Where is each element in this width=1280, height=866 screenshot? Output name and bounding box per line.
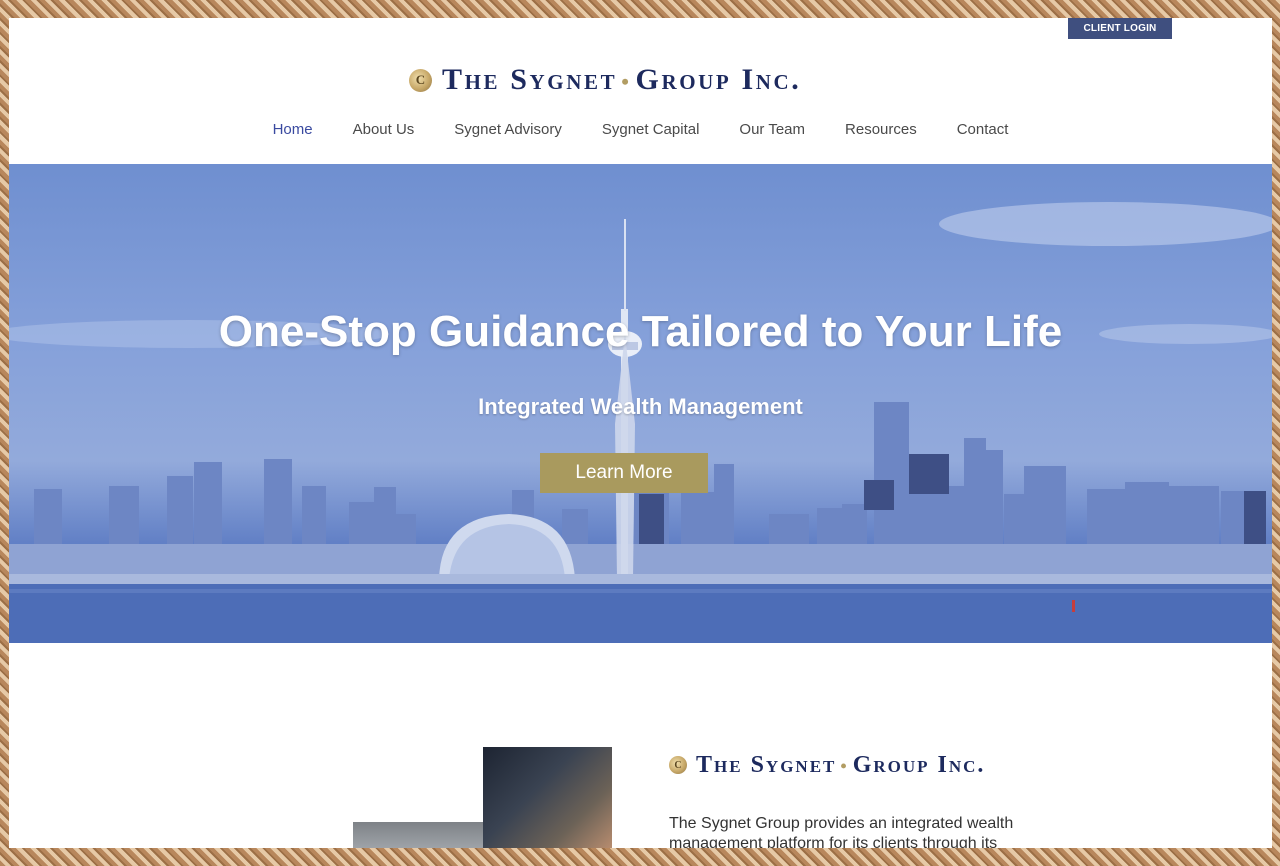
about-logo-text-part-1: The Sygnet xyxy=(696,751,837,778)
logo-seal-icon: C xyxy=(409,68,432,92)
nav-item-sygnet-capital[interactable]: Sygnet Capital xyxy=(582,119,720,141)
nav-item-our-team[interactable]: Our Team xyxy=(719,119,825,141)
nav-item-contact[interactable]: Contact xyxy=(937,119,1029,141)
about-logo: C The Sygnet • Group Inc. xyxy=(669,751,985,779)
learn-more-button[interactable]: Learn More xyxy=(540,453,708,493)
hero-title: One-Stop Guidance Tailored to Your Life xyxy=(218,307,1063,356)
about-logo-dot-icon: • xyxy=(840,755,849,776)
nav-item-home[interactable]: Home xyxy=(253,119,333,141)
hero-banner: One-Stop Guidance Tailored to Your Life … xyxy=(9,164,1272,643)
site-logo[interactable]: C The Sygnet • Group Inc. xyxy=(409,62,801,98)
about-paragraph: The Sygnet Group provides an integrated … xyxy=(669,815,1014,848)
logo-text-part-2: Group Inc. xyxy=(635,63,802,96)
about-logo-text-part-2: Group Inc. xyxy=(852,751,986,778)
nav-item-resources[interactable]: Resources xyxy=(825,119,937,141)
logo-dot-icon: • xyxy=(621,69,632,94)
about-logo-text: The Sygnet • Group Inc. xyxy=(696,752,985,779)
page: CLIENT LOGIN C The Sygnet • Group Inc. Hom… xyxy=(9,18,1272,848)
hero-subtitle: Integrated Wealth Management xyxy=(478,394,803,419)
logo-text: The Sygnet • Group Inc. xyxy=(442,63,801,97)
nav-item-sygnet-advisory[interactable]: Sygnet Advisory xyxy=(434,119,582,141)
nav-item-about-us[interactable]: About Us xyxy=(333,119,435,141)
team-photo xyxy=(483,747,612,848)
secondary-photo xyxy=(353,822,483,848)
logo-text-part-1: The Sygnet xyxy=(442,63,618,96)
client-login-button[interactable]: CLIENT LOGIN xyxy=(1068,18,1172,39)
main-nav: Home About Us Sygnet Advisory Sygnet Cap… xyxy=(9,119,1272,141)
about-logo-seal-icon: C xyxy=(669,756,687,774)
